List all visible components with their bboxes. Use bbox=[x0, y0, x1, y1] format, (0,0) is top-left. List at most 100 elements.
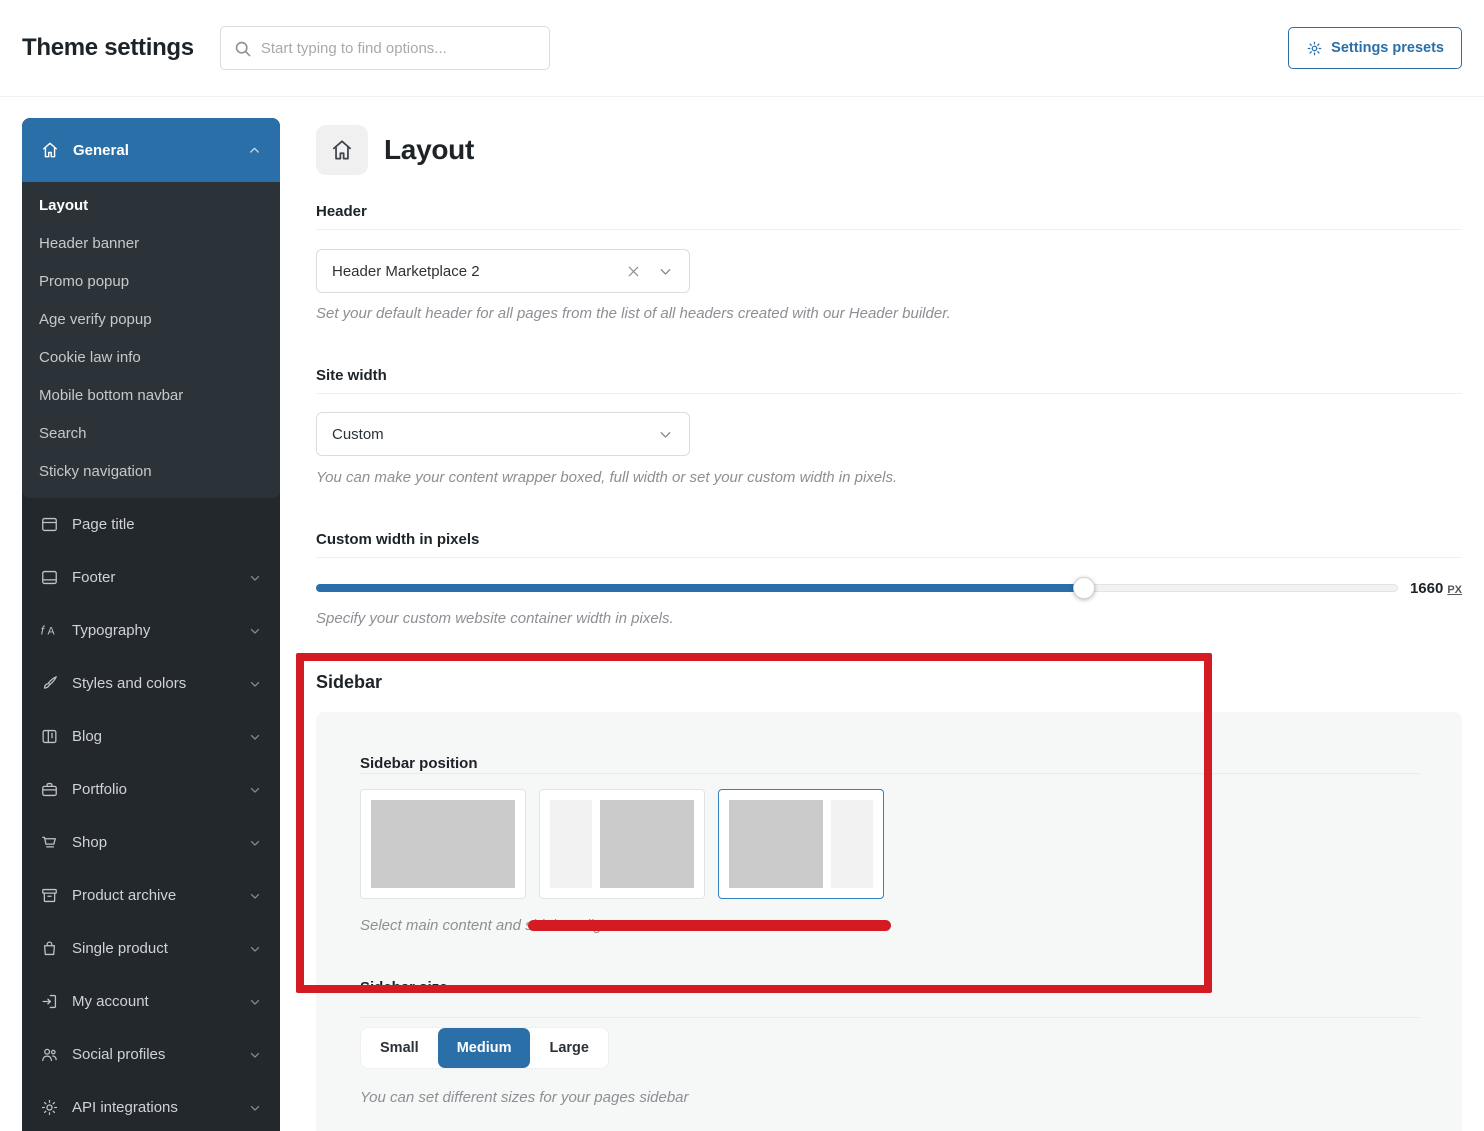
svg-text:A: A bbox=[48, 625, 56, 637]
chevron-down-icon bbox=[657, 263, 674, 280]
slider-thumb[interactable] bbox=[1072, 577, 1095, 599]
archive-icon bbox=[40, 886, 59, 905]
sidebar-subitem-age-verify-popup[interactable]: Age verify popup bbox=[22, 300, 280, 338]
sidebar-item-blog[interactable]: Blog bbox=[22, 710, 280, 763]
sidebar-subitem-mobile-bottom-navbar[interactable]: Mobile bottom navbar bbox=[22, 376, 280, 414]
search-icon bbox=[233, 39, 252, 58]
subitem-label: Header banner bbox=[39, 234, 140, 252]
header-select-value: Header Marketplace 2 bbox=[332, 262, 480, 280]
custom-width-label: Custom width in pixels bbox=[316, 531, 480, 548]
sidebar-block bbox=[831, 800, 873, 888]
slider-number: 1660 bbox=[1409, 579, 1444, 597]
option-content-full-width[interactable] bbox=[360, 789, 526, 899]
sidebar-section-heading: Sidebar bbox=[316, 672, 383, 692]
option-sidebar-right[interactable] bbox=[718, 789, 884, 899]
size-option-large[interactable]: Large bbox=[530, 1028, 608, 1068]
sidebar-item-product-archive[interactable]: Product archive bbox=[22, 869, 280, 922]
subitem-label: Search bbox=[39, 424, 87, 442]
sidebar-item-label: General bbox=[73, 141, 129, 159]
sidebar-subitem-layout[interactable]: Layout bbox=[22, 186, 280, 224]
slider-fill bbox=[316, 584, 1083, 592]
content-block bbox=[371, 800, 515, 888]
chevron-down-icon bbox=[248, 624, 262, 638]
sidebar-item-social-profiles[interactable]: Social profiles bbox=[22, 1028, 280, 1081]
general-submenu: Layout Header banner Promo popup Age ver… bbox=[22, 182, 280, 498]
sidebar-item-shop[interactable]: Shop bbox=[22, 816, 280, 869]
navitem-label: Shop bbox=[72, 834, 108, 851]
subitem-label: Age verify popup bbox=[39, 310, 152, 328]
sidebar-subitem-promo-popup[interactable]: Promo popup bbox=[22, 262, 280, 300]
slider-unit[interactable]: PX bbox=[1447, 584, 1462, 596]
options-search[interactable] bbox=[219, 26, 550, 70]
sidebar-item-portfolio[interactable]: Portfolio bbox=[22, 763, 280, 816]
option-sidebar-left[interactable] bbox=[539, 789, 705, 899]
subitem-label: Layout bbox=[39, 196, 89, 214]
page-title-icon bbox=[40, 515, 59, 534]
sidebar-subitem-header-banner[interactable]: Header banner bbox=[22, 224, 280, 262]
footer-icon bbox=[40, 568, 59, 587]
subitem-label: Promo popup bbox=[39, 272, 130, 290]
typography-icon: fA bbox=[40, 621, 59, 640]
sidebar-item-footer[interactable]: Footer bbox=[22, 551, 280, 604]
header-select[interactable]: Header Marketplace 2 bbox=[316, 249, 690, 293]
content-block bbox=[600, 800, 694, 888]
people-icon bbox=[40, 1045, 59, 1064]
cart-icon bbox=[40, 833, 59, 852]
navitem-label: API integrations bbox=[72, 1099, 178, 1116]
login-icon bbox=[40, 992, 59, 1011]
subitem-label: Cookie law info bbox=[39, 348, 141, 366]
navitem-label: Single product bbox=[72, 940, 168, 957]
chevron-down-icon bbox=[248, 836, 262, 850]
navitem-label: Blog bbox=[72, 728, 103, 745]
svg-text:f: f bbox=[41, 623, 46, 637]
custom-width-description: Specify your custom website container wi… bbox=[316, 610, 674, 627]
sidebar-item-general[interactable]: General bbox=[22, 118, 280, 182]
site-width-select[interactable]: Custom bbox=[316, 412, 690, 456]
clear-icon[interactable] bbox=[625, 263, 642, 280]
sidebar-settings-panel: Sidebar position Select main content and… bbox=[316, 712, 1462, 1131]
divider bbox=[316, 557, 1462, 558]
subitem-label: Sticky navigation bbox=[39, 462, 152, 480]
sidebar-subitem-sticky-navigation[interactable]: Sticky navigation bbox=[22, 452, 280, 490]
subitem-label: Mobile bottom navbar bbox=[39, 386, 184, 404]
size-option-medium[interactable]: Medium bbox=[437, 1028, 531, 1068]
navitem-label: Page title bbox=[72, 516, 135, 533]
sidebar-item-typography[interactable]: fA Typography bbox=[22, 604, 280, 657]
bag-icon bbox=[40, 939, 59, 958]
chevron-down-icon bbox=[248, 783, 262, 797]
sidebar-subitem-cookie-law-info[interactable]: Cookie law info bbox=[22, 338, 280, 376]
settings-sidebar: General Layout Header banner Promo popup… bbox=[22, 118, 280, 1131]
settings-presets-button[interactable]: Settings presets bbox=[1288, 27, 1462, 69]
navitem-label: My account bbox=[72, 993, 149, 1010]
chevron-down-icon bbox=[248, 571, 262, 585]
app-title: Theme settings bbox=[22, 34, 194, 61]
sidebar-item-single-product[interactable]: Single product bbox=[22, 922, 280, 975]
top-bar: Theme settings Settings presets bbox=[0, 0, 1484, 97]
size-option-small[interactable]: Small bbox=[361, 1028, 438, 1068]
site-width-description: You can make your content wrapper boxed,… bbox=[316, 469, 898, 486]
divider bbox=[360, 773, 1420, 774]
navitem-label: Portfolio bbox=[72, 781, 128, 798]
custom-width-slider[interactable] bbox=[316, 577, 1398, 599]
sidebar-item-styles-and-colors[interactable]: Styles and colors bbox=[22, 657, 280, 710]
brush-icon bbox=[40, 674, 59, 693]
chevron-up-icon bbox=[247, 143, 262, 158]
chevron-down-icon bbox=[248, 677, 262, 691]
search-input[interactable] bbox=[260, 39, 537, 57]
chevron-down-icon bbox=[248, 1101, 262, 1115]
sidebar-position-label: Sidebar position bbox=[360, 755, 478, 772]
navitem-label: Social profiles bbox=[72, 1046, 166, 1063]
sidebar-position-description: Select main content and sidebar alignmen… bbox=[360, 917, 648, 934]
sidebar-item-api-integrations[interactable]: API integrations bbox=[22, 1081, 280, 1131]
settings-presets-label: Settings presets bbox=[1331, 40, 1444, 56]
sidebar-item-my-account[interactable]: My account bbox=[22, 975, 280, 1028]
content-block bbox=[729, 800, 823, 888]
home-icon bbox=[316, 125, 368, 175]
sidebar-item-page-title[interactable]: Page title bbox=[22, 498, 280, 551]
page-head: Layout bbox=[316, 124, 1462, 176]
custom-width-slider-row: 1660 PX bbox=[316, 577, 1462, 599]
sidebar-subitem-search[interactable]: Search bbox=[22, 414, 280, 452]
chevron-down-icon bbox=[248, 730, 262, 744]
settings-content: Layout Header Header Marketplace 2 Set y… bbox=[316, 97, 1462, 1131]
chevron-down-icon bbox=[248, 995, 262, 1009]
